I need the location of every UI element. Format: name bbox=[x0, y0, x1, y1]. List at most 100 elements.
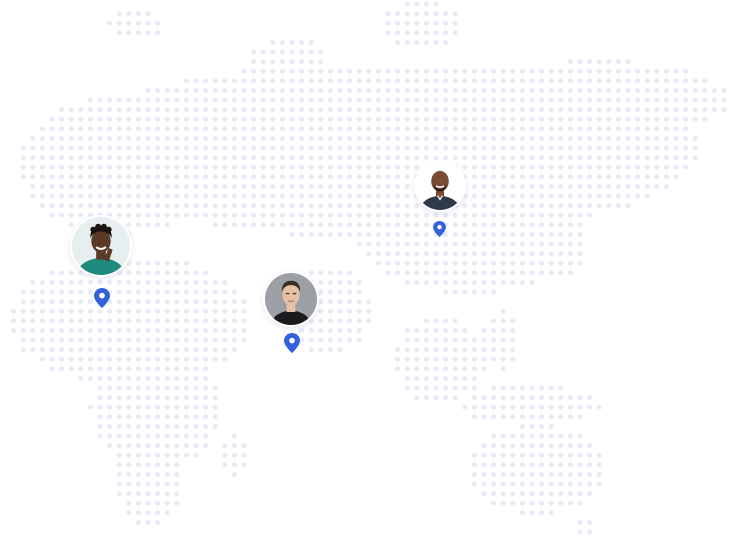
map-dot bbox=[87, 308, 93, 314]
map-dot bbox=[116, 11, 122, 17]
map-dot bbox=[356, 135, 362, 141]
map-dot bbox=[500, 126, 506, 132]
map-dot bbox=[587, 97, 593, 103]
map-dot bbox=[625, 164, 631, 170]
map-dot bbox=[212, 174, 218, 180]
location-pin-icon[interactable] bbox=[433, 221, 446, 237]
map-dot bbox=[241, 308, 247, 314]
map-dot bbox=[356, 155, 362, 161]
map-dot bbox=[500, 356, 506, 362]
map-dot bbox=[471, 116, 477, 122]
map-dot bbox=[222, 183, 228, 189]
map-dot bbox=[20, 289, 26, 295]
map-dot bbox=[500, 471, 506, 477]
map-dot bbox=[97, 203, 103, 209]
map-dot bbox=[183, 193, 189, 199]
map-dot bbox=[558, 203, 564, 209]
map-dot bbox=[116, 433, 122, 439]
map-dot bbox=[145, 126, 151, 132]
map-dot bbox=[126, 356, 132, 362]
map-dot bbox=[491, 203, 497, 209]
map-dot bbox=[395, 78, 401, 84]
map-dot bbox=[615, 183, 622, 189]
map-dot bbox=[491, 145, 497, 151]
map-dot bbox=[663, 174, 670, 180]
map-dot bbox=[231, 145, 237, 151]
map-dot bbox=[577, 59, 583, 65]
map-dot bbox=[423, 145, 429, 151]
map-dot bbox=[471, 414, 477, 420]
map-dot bbox=[241, 174, 247, 180]
map-dot bbox=[683, 164, 689, 170]
map-dot bbox=[193, 87, 199, 93]
map-dot bbox=[68, 145, 74, 151]
map-dot bbox=[183, 452, 189, 458]
map-dot bbox=[193, 299, 199, 305]
map-dot bbox=[231, 308, 237, 314]
map-dot bbox=[203, 395, 209, 401]
user-avatar-west[interactable] bbox=[70, 215, 132, 277]
map-dot bbox=[491, 241, 497, 247]
map-dot bbox=[500, 193, 506, 199]
map-dot bbox=[49, 270, 55, 276]
map-dot bbox=[49, 145, 55, 151]
map-dot bbox=[20, 299, 26, 305]
map-dot bbox=[183, 327, 189, 333]
map-dot bbox=[135, 212, 141, 218]
map-dot bbox=[423, 20, 429, 26]
map-dot bbox=[558, 145, 564, 151]
map-dot bbox=[68, 270, 74, 276]
map-dot bbox=[443, 87, 449, 93]
map-dot bbox=[481, 452, 487, 458]
map-dot bbox=[539, 126, 545, 132]
map-dot bbox=[87, 145, 93, 151]
map-dot bbox=[270, 155, 276, 161]
map-dot bbox=[529, 414, 535, 420]
map-dot bbox=[529, 279, 535, 285]
map-dot bbox=[548, 97, 554, 103]
map-dot bbox=[385, 174, 391, 180]
map-dot bbox=[510, 212, 516, 218]
location-pin-icon[interactable] bbox=[94, 288, 110, 308]
map-dot bbox=[395, 126, 401, 132]
map-dot bbox=[471, 87, 477, 93]
map-dot bbox=[414, 337, 420, 343]
map-dot bbox=[145, 318, 151, 324]
map-dot bbox=[481, 97, 487, 103]
map-dot bbox=[126, 164, 132, 170]
map-dot bbox=[625, 193, 631, 199]
map-dot bbox=[587, 462, 593, 468]
map-dot bbox=[395, 222, 401, 228]
map-dot bbox=[683, 97, 689, 103]
map-dot bbox=[663, 78, 670, 84]
map-dot bbox=[308, 78, 314, 84]
map-dot bbox=[289, 68, 295, 74]
map-dot bbox=[183, 404, 189, 410]
map-dot bbox=[155, 433, 161, 439]
map-dot bbox=[539, 414, 545, 420]
map-dot bbox=[241, 193, 247, 199]
map-dot bbox=[327, 212, 333, 218]
user-avatar-center[interactable] bbox=[263, 271, 319, 327]
map-dot bbox=[318, 308, 324, 314]
map-dot bbox=[577, 222, 583, 228]
map-dot bbox=[97, 308, 103, 314]
map-dot bbox=[596, 59, 602, 65]
map-dot bbox=[414, 145, 420, 151]
map-dot bbox=[711, 97, 718, 103]
map-dot bbox=[260, 212, 266, 218]
map-dot bbox=[116, 423, 122, 429]
map-dot bbox=[471, 481, 477, 487]
map-dot bbox=[164, 414, 170, 420]
map-dot bbox=[251, 203, 257, 209]
map-dot bbox=[145, 212, 151, 218]
map-dot bbox=[164, 347, 170, 353]
map-dot bbox=[97, 347, 103, 353]
map-dot bbox=[145, 30, 151, 36]
map-dot bbox=[539, 385, 545, 391]
map-dot bbox=[183, 87, 189, 93]
location-pin-icon[interactable] bbox=[284, 333, 300, 353]
map-dot bbox=[404, 347, 410, 353]
map-dot bbox=[395, 203, 401, 209]
user-avatar-east[interactable] bbox=[414, 160, 466, 212]
